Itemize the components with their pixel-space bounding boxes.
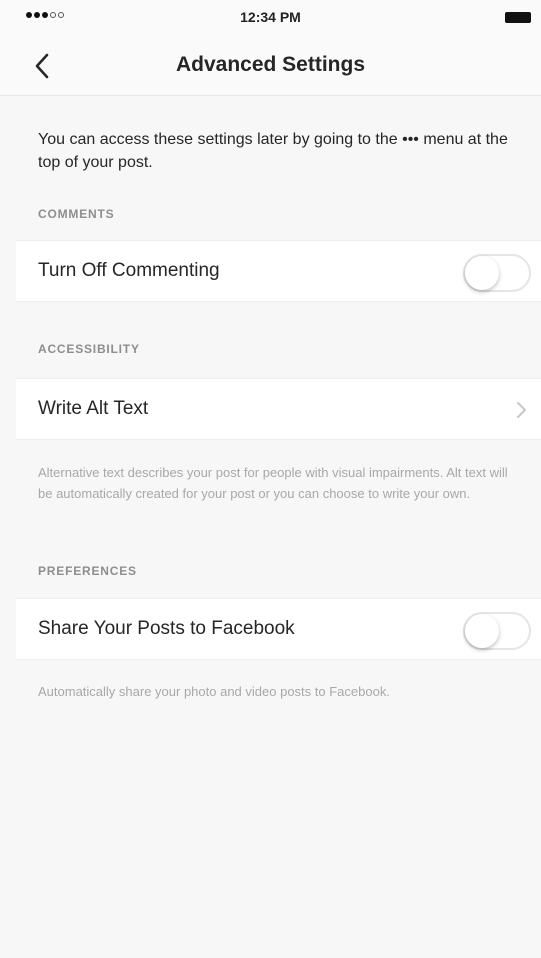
turn-off-commenting-row: Turn Off Commenting	[16, 240, 541, 302]
share-to-facebook-label: Share Your Posts to Facebook	[38, 618, 295, 639]
share-to-facebook-toggle[interactable]	[463, 612, 531, 650]
status-bar: 12:34 PM	[0, 0, 541, 36]
write-alt-text-label: Write Alt Text	[38, 398, 149, 419]
write-alt-text-row[interactable]: Write Alt Text	[16, 378, 541, 440]
intro-text: You can access these settings later by g…	[38, 131, 508, 171]
chevron-right-icon	[517, 402, 526, 418]
battery-icon	[505, 12, 531, 23]
page-title: Advanced Settings	[175, 53, 366, 76]
turn-off-commenting-toggle[interactable]	[463, 254, 531, 292]
share-to-facebook-row: Share Your Posts to Facebook	[16, 598, 541, 660]
status-time: 12:34 PM	[240, 9, 301, 25]
alt-text-footnote: Alternative text describes your post for…	[38, 465, 508, 501]
toggle-knob	[465, 256, 499, 290]
facebook-footnote: Automatically share your photo and video…	[38, 684, 390, 699]
toggle-knob	[465, 614, 499, 648]
section-header-preferences: PREFERENCES	[38, 564, 137, 578]
section-header-accessibility: ACCESSIBILITY	[38, 342, 140, 356]
turn-off-commenting-label: Turn Off Commenting	[38, 260, 220, 281]
navigation-bar: Advanced Settings	[0, 36, 541, 96]
section-header-comments: COMMENTS	[38, 207, 115, 221]
screen: 12:34 PM Advanced Settings You can acces…	[0, 0, 541, 958]
